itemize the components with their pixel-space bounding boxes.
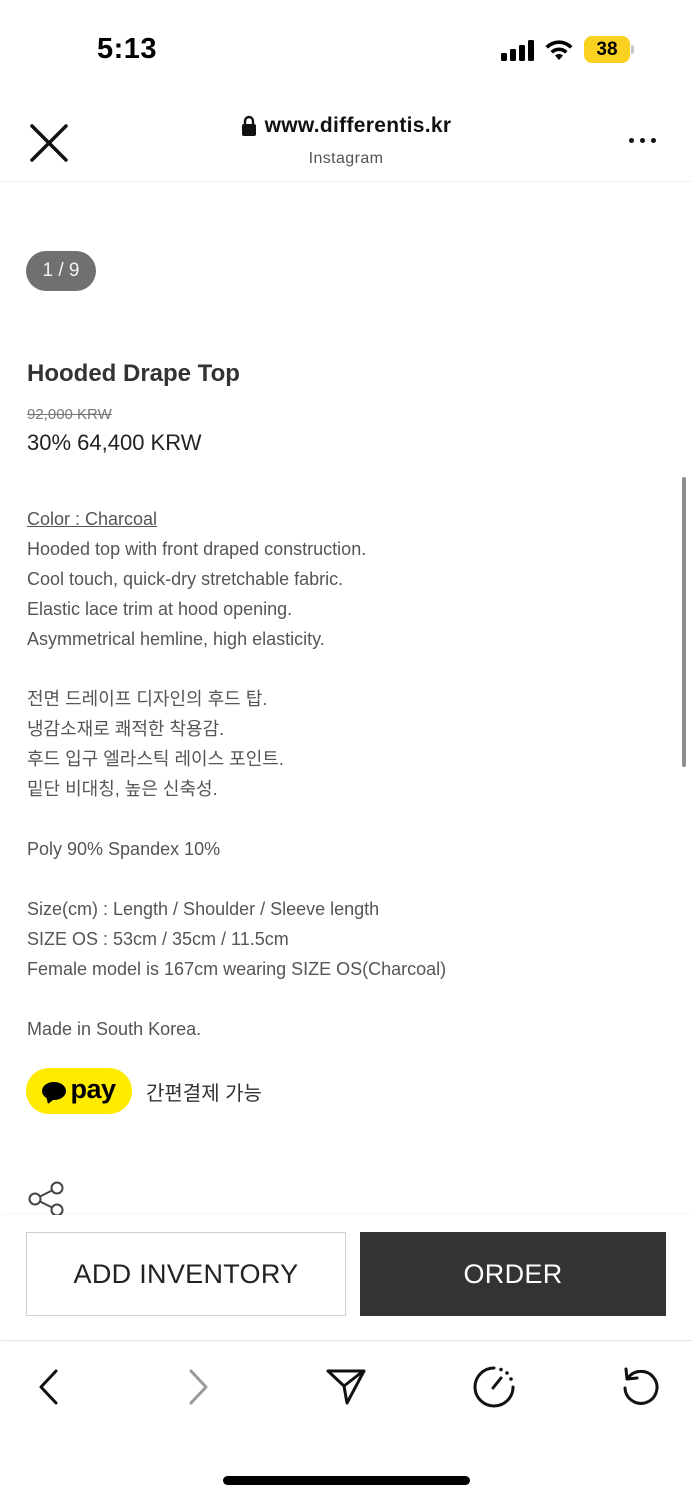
refresh-button[interactable] <box>618 1364 664 1410</box>
url-text: www.differentis.kr <box>264 114 452 137</box>
order-button[interactable]: ORDER <box>360 1232 666 1316</box>
kakao-bubble-icon <box>42 1082 67 1100</box>
battery-level: 38 <box>584 36 630 63</box>
browser-header: www.differentis.kr Instagram <box>0 100 692 182</box>
home-indicator[interactable] <box>223 1476 470 1485</box>
size-line: Female model is 167cm wearing SIZE OS(Ch… <box>27 959 447 979</box>
description-line-ko: 밑단 비대칭, 높은 신축성. <box>27 779 218 799</box>
send-icon <box>326 1369 366 1405</box>
status-icons: 38 <box>501 36 634 63</box>
back-icon <box>39 1369 58 1405</box>
sale-price: 30% 64,400 KRW <box>27 430 202 455</box>
size-line: Size(cm) : Length / Shoulder / Sleeve le… <box>27 899 380 919</box>
description-line: Asymmetrical hemline, high elasticity. <box>27 629 325 649</box>
kakao-pay-label: pay <box>70 1074 116 1104</box>
size-line: SIZE OS : 53cm / 35cm / 11.5cm <box>27 929 289 949</box>
more-icon[interactable] <box>629 138 656 143</box>
battery-icon: 38 <box>584 36 634 63</box>
color-link[interactable]: Color : Charcoal <box>27 504 667 534</box>
description-line: Cool touch, quick-dry stretchable fabric… <box>27 569 344 589</box>
product-title: Hooded Drape Top <box>27 360 240 387</box>
kakao-pay-badge: pay <box>26 1068 132 1114</box>
refresh-icon <box>623 1367 659 1405</box>
description-line-ko: 전면 드레이프 디자인의 후드 탑. <box>27 689 268 709</box>
wifi-icon <box>545 39 573 60</box>
lock-icon <box>241 115 256 136</box>
url-box[interactable]: www.differentis.kr Instagram <box>0 114 692 168</box>
description-line-ko: 후드 입구 엘라스틱 레이스 포인트. <box>27 749 284 769</box>
image-counter: 1 / 9 <box>26 251 96 291</box>
original-price: 92,000 KRW <box>27 406 112 423</box>
origin-text: Made in South Korea. <box>27 1019 202 1039</box>
description-line: Elastic lace trim at hood opening. <box>27 599 293 619</box>
share-icon <box>28 1181 64 1216</box>
forward-icon <box>189 1369 208 1405</box>
kakao-pay-caption: 간편결제 가능 <box>146 1082 262 1105</box>
scrollbar[interactable] <box>682 477 686 767</box>
action-bar: ADD INVENTORY ORDER <box>0 1215 692 1341</box>
product-description: Color : Charcoal Hooded top with front d… <box>27 504 667 1044</box>
kakao-pay-row: pay 간편결제 가능 <box>26 1068 262 1114</box>
forward-button[interactable] <box>175 1364 221 1410</box>
status-time: 5:13 <box>97 33 158 65</box>
status-bar: 5:13 38 <box>0 0 692 100</box>
browser-subtitle: Instagram <box>308 150 384 167</box>
signal-icon <box>501 39 534 61</box>
add-inventory-button[interactable]: ADD INVENTORY <box>26 1232 346 1316</box>
speed-button[interactable] <box>471 1364 517 1410</box>
browser-toolbar <box>0 1342 692 1432</box>
speed-icon <box>473 1366 515 1408</box>
back-button[interactable] <box>26 1364 72 1410</box>
material-text: Poly 90% Spandex 10% <box>27 839 221 859</box>
share-button[interactable] <box>27 1180 65 1216</box>
description-line-ko: 냉감소재로 쾌적한 착용감. <box>27 719 225 739</box>
send-button[interactable] <box>323 1364 369 1410</box>
description-line: Hooded top with front draped constructio… <box>27 539 367 559</box>
